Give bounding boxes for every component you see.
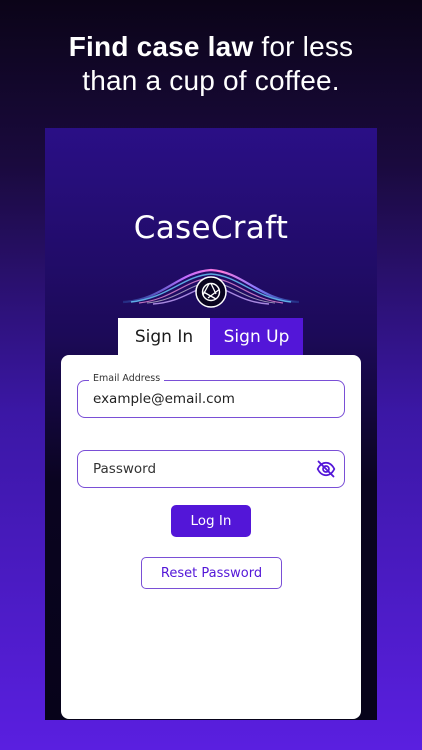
email-field-label: Email Address xyxy=(89,373,165,384)
app-screen: CaseCraft Sign In Sign Up Email Address … xyxy=(45,128,377,720)
eye-off-icon[interactable] xyxy=(316,459,336,479)
email-field[interactable]: Email Address example@email.com xyxy=(77,373,345,418)
tab-sign-up-label: Sign Up xyxy=(223,326,290,347)
sign-in-card: Email Address example@email.com Password… xyxy=(61,355,361,719)
headline-line2: than a cup of coffee. xyxy=(82,65,340,96)
headline-bold: Find case law xyxy=(68,31,254,62)
camera-aperture-icon xyxy=(123,268,299,308)
log-in-button[interactable]: Log In xyxy=(171,505,251,537)
password-placeholder: Password xyxy=(93,461,157,477)
reset-password-button[interactable]: Reset Password xyxy=(141,557,282,589)
tab-sign-up[interactable]: Sign Up xyxy=(210,318,303,355)
tab-sign-in-label: Sign In xyxy=(134,326,194,347)
headline-line1-rest: for less xyxy=(253,31,354,62)
marketing-headline: Find case law for less than a cup of cof… xyxy=(0,30,422,98)
brand-title: CaseCraft xyxy=(133,210,289,246)
email-field-value: example@email.com xyxy=(93,391,235,407)
tab-sign-in[interactable]: Sign In xyxy=(118,318,210,355)
auth-tabs: Sign In Sign Up xyxy=(118,318,303,355)
password-field[interactable]: Password xyxy=(77,450,345,488)
